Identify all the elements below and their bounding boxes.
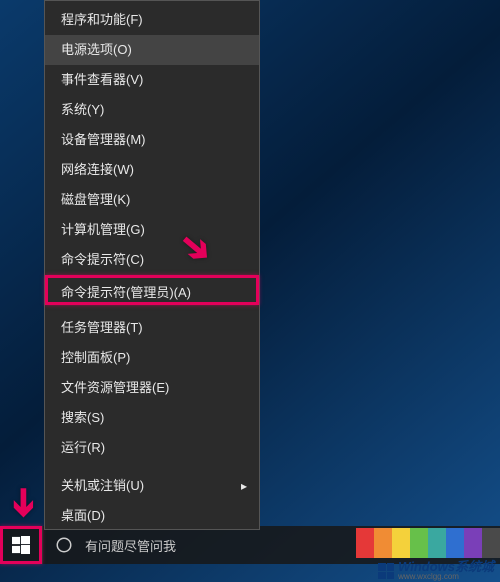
annotation-arrow-icon: ➔ xyxy=(1,487,46,519)
swatch xyxy=(482,528,500,558)
swatch xyxy=(446,528,464,558)
menu-item-desktop[interactable]: 桌面(D) xyxy=(45,501,259,531)
watermark: Windows系统城 www.wxclgg.com xyxy=(378,560,494,582)
annotation-swatch-strip xyxy=(356,528,500,558)
swatch xyxy=(374,528,392,558)
swatch xyxy=(356,528,374,558)
search-placeholder: 有问题尽管问我 xyxy=(85,536,176,555)
cortana-icon xyxy=(55,536,73,554)
menu-item-event-viewer[interactable]: 事件查看器(V) xyxy=(45,65,259,95)
windows-logo-icon xyxy=(12,536,30,554)
cortana-search-box[interactable]: 有问题尽管问我 xyxy=(42,526,272,564)
menu-item-computer-management[interactable]: 计算机管理(G) xyxy=(45,215,259,245)
swatch xyxy=(392,528,410,558)
menu-item-command-prompt-admin[interactable]: 命令提示符(管理员)(A) xyxy=(45,275,259,305)
watermark-url: www.wxclgg.com xyxy=(398,573,494,581)
swatch xyxy=(410,528,428,558)
menu-item-control-panel[interactable]: 控制面板(P) xyxy=(45,343,259,373)
menu-item-task-manager[interactable]: 任务管理器(T) xyxy=(45,313,259,343)
menu-item-disk-management[interactable]: 磁盘管理(K) xyxy=(45,185,259,215)
menu-item-device-manager[interactable]: 设备管理器(M) xyxy=(45,125,259,155)
start-button[interactable] xyxy=(0,526,42,564)
swatch xyxy=(464,528,482,558)
swatch xyxy=(428,528,446,558)
menu-item-shutdown-or-signout[interactable]: 关机或注销(U) xyxy=(45,471,259,501)
menu-item-command-prompt[interactable]: 命令提示符(C) xyxy=(45,245,259,275)
menu-item-run[interactable]: 运行(R) xyxy=(45,433,259,463)
windows-flag-icon xyxy=(378,563,394,579)
menu-item-network-connections[interactable]: 网络连接(W) xyxy=(45,155,259,185)
menu-item-file-explorer[interactable]: 文件资源管理器(E) xyxy=(45,373,259,403)
winx-context-menu: 程序和功能(F) 电源选项(O) 事件查看器(V) 系统(Y) 设备管理器(M)… xyxy=(44,0,260,530)
menu-item-power-options[interactable]: 电源选项(O) xyxy=(45,35,259,65)
menu-item-system[interactable]: 系统(Y) xyxy=(45,95,259,125)
menu-item-programs-and-features[interactable]: 程序和功能(F) xyxy=(45,5,259,35)
menu-item-search[interactable]: 搜索(S) xyxy=(45,403,259,433)
